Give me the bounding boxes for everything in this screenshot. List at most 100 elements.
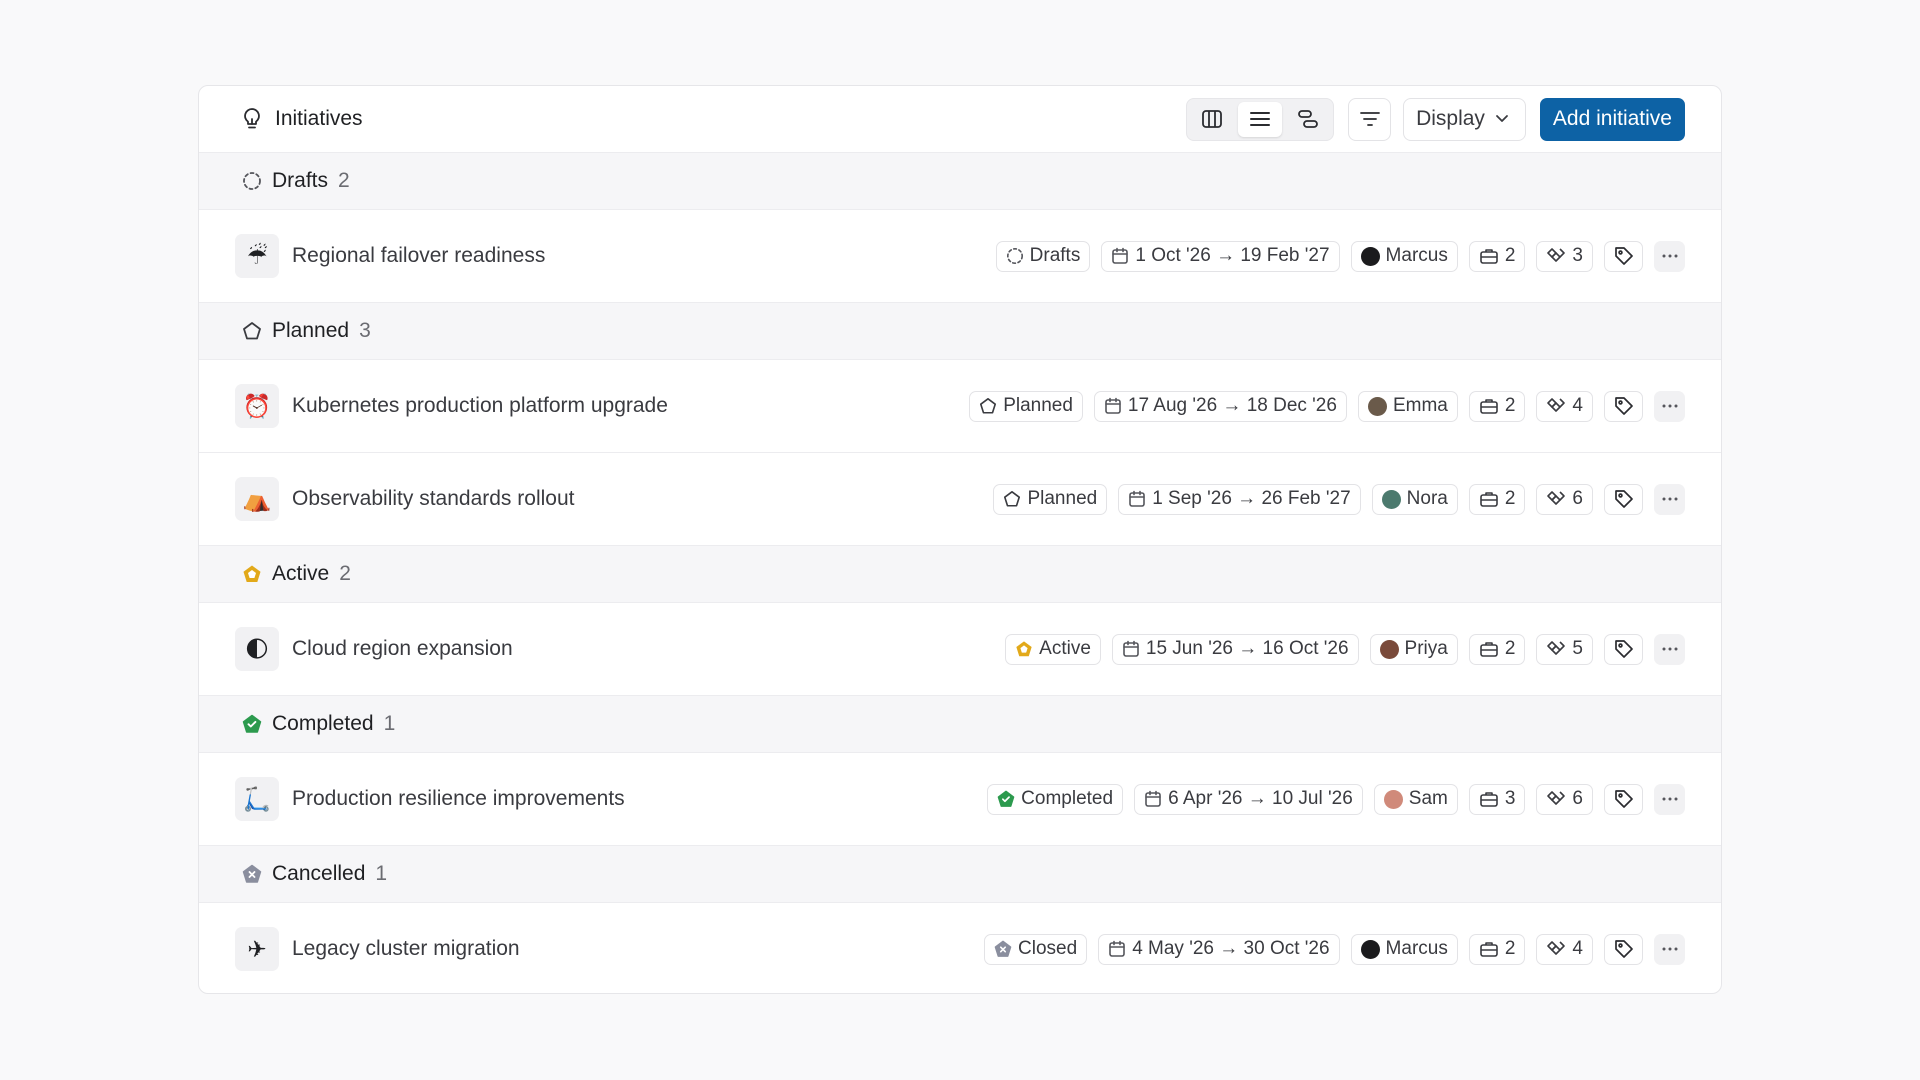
date-range-chip[interactable]: 17 Aug '26 → 18 Dec '26	[1093, 390, 1347, 422]
briefcase-icon	[1479, 940, 1499, 958]
row-properties: Planned 1 Sep '26 → 26 Feb '27 Nora 2 6	[993, 483, 1685, 515]
projects-chip[interactable]: 2	[1468, 483, 1526, 515]
list-view-button[interactable]	[1238, 101, 1283, 137]
status-label: Closed	[1018, 938, 1078, 959]
status-chip[interactable]: Planned	[993, 483, 1108, 515]
status-chip[interactable]: Planned	[969, 390, 1083, 422]
timeline-view-button[interactable]	[1286, 102, 1330, 137]
date-range-chip[interactable]: 1 Sep '26 → 26 Feb '27	[1118, 483, 1361, 515]
labels-button[interactable]	[1604, 483, 1643, 515]
initiative-title[interactable]: Observability standards rollout	[292, 487, 993, 511]
date-range-chip[interactable]: 4 May '26 → 30 Oct '26	[1098, 933, 1340, 965]
group-header-completed[interactable]: Completed 1	[199, 696, 1721, 753]
initiatives-panel: Initiatives Display Add initiative Draft…	[198, 85, 1722, 994]
initiative-row[interactable]: ✈ Legacy cluster migration Closed 4 May …	[199, 903, 1721, 993]
row-properties: Closed 4 May '26 → 30 Oct '26 Marcus 2 4	[984, 933, 1685, 965]
issues-count: 6	[1572, 788, 1583, 809]
issues-chip[interactable]: 4	[1536, 933, 1593, 965]
avatar	[1383, 789, 1403, 809]
initiative-row[interactable]: 🛴 Production resilience improvements Com…	[199, 753, 1721, 846]
labels-button[interactable]	[1604, 390, 1643, 422]
group-count: 3	[359, 319, 371, 342]
page-title: Initiatives	[275, 107, 363, 130]
cancelled-x-icon	[242, 864, 262, 884]
lightbulb-icon	[241, 107, 263, 131]
group-header-cancelled[interactable]: Cancelled 1	[199, 846, 1721, 903]
projects-chip[interactable]: 3	[1468, 783, 1526, 815]
more-options-button[interactable]	[1654, 390, 1685, 422]
view-switcher	[1186, 97, 1335, 141]
projects-chip[interactable]: 2	[1468, 390, 1526, 422]
briefcase-icon	[1479, 790, 1499, 808]
labels-button[interactable]	[1604, 933, 1643, 965]
more-options-button[interactable]	[1654, 783, 1685, 815]
initiative-title[interactable]: Cloud region expansion	[292, 637, 1005, 661]
status-chip[interactable]: Completed	[987, 783, 1124, 815]
initiative-title[interactable]: Legacy cluster migration	[292, 937, 984, 961]
labels-button[interactable]	[1604, 783, 1643, 815]
status-chip[interactable]: Active	[1005, 633, 1101, 665]
active-pentagon-icon	[1015, 640, 1033, 658]
date-range-chip[interactable]: 1 Oct '26 → 19 Feb '27	[1101, 240, 1340, 272]
initiative-row[interactable]: ☔ Regional failover readiness Drafts 1 O…	[199, 210, 1721, 303]
labels-button[interactable]	[1604, 240, 1643, 272]
status-label: Planned	[1003, 395, 1073, 416]
status-label: Active	[1039, 638, 1091, 659]
date-range-label: 15 Jun '26 → 16 Oct '26	[1145, 638, 1349, 659]
timeline-icon	[1297, 109, 1319, 129]
calendar-icon	[1104, 397, 1122, 415]
more-dots-icon	[1662, 647, 1678, 651]
calendar-icon	[1122, 640, 1140, 658]
group-count: 1	[383, 712, 396, 735]
owner-name: Nora	[1406, 488, 1448, 509]
tag-icon	[1613, 395, 1635, 417]
owner-chip[interactable]: Nora	[1371, 483, 1458, 515]
date-range-label: 4 May '26 → 30 Oct '26	[1132, 938, 1330, 959]
more-options-button[interactable]	[1654, 933, 1685, 965]
issues-chip[interactable]: 3	[1536, 240, 1593, 272]
drafts-dashed-circle-icon	[1006, 247, 1024, 265]
initiative-title[interactable]: Kubernetes production platform upgrade	[292, 394, 969, 418]
initiative-groups: Drafts 2 ☔ Regional failover readiness D…	[199, 153, 1721, 993]
tag-icon	[1613, 938, 1635, 960]
date-range-chip[interactable]: 15 Jun '26 → 16 Oct '26	[1111, 633, 1359, 665]
initiative-row[interactable]: ⏰ Kubernetes production platform upgrade…	[199, 360, 1721, 453]
projects-chip[interactable]: 2	[1468, 633, 1526, 665]
group-header-active[interactable]: Active 2	[199, 546, 1721, 603]
status-chip[interactable]: Drafts	[995, 240, 1091, 272]
issues-chip[interactable]: 4	[1536, 390, 1593, 422]
more-options-button[interactable]	[1654, 240, 1685, 272]
initiative-title[interactable]: Production resilience improvements	[292, 787, 987, 811]
group-header-drafts[interactable]: Drafts 2	[199, 153, 1721, 210]
completed-check-icon	[997, 790, 1015, 808]
filter-button[interactable]	[1348, 97, 1392, 141]
board-view-button[interactable]	[1190, 102, 1234, 137]
status-chip[interactable]: Closed	[984, 933, 1088, 965]
projects-chip[interactable]: 2	[1468, 240, 1526, 272]
group-header-planned[interactable]: Planned 3	[199, 303, 1721, 360]
date-range-chip[interactable]: 6 Apr '26 → 10 Jul '26	[1134, 783, 1363, 815]
projects-chip[interactable]: 2	[1468, 933, 1526, 965]
cancelled-x-icon	[994, 940, 1012, 958]
more-options-button[interactable]	[1654, 483, 1685, 515]
owner-chip[interactable]: Marcus	[1350, 240, 1458, 272]
owner-chip[interactable]: Marcus	[1350, 933, 1458, 965]
owner-chip[interactable]: Priya	[1369, 633, 1458, 665]
issues-chip[interactable]: 5	[1536, 633, 1593, 665]
header-bar: Initiatives Display Add initiative	[199, 86, 1721, 153]
initiative-emoji-icon: ✈	[235, 927, 279, 971]
add-initiative-button[interactable]: Add initiative	[1539, 97, 1685, 141]
owner-name: Priya	[1404, 638, 1448, 659]
owner-chip[interactable]: Emma	[1357, 390, 1458, 422]
issues-chip[interactable]: 6	[1536, 783, 1593, 815]
labels-button[interactable]	[1604, 633, 1643, 665]
more-options-button[interactable]	[1654, 633, 1685, 665]
calendar-icon	[1128, 490, 1146, 508]
calendar-icon	[1111, 247, 1129, 265]
issues-chip[interactable]: 6	[1536, 483, 1593, 515]
initiative-row[interactable]: ⛺ Observability standards rollout Planne…	[199, 453, 1721, 546]
owner-chip[interactable]: Sam	[1373, 783, 1458, 815]
initiative-row[interactable]: 🌓 Cloud region expansion Active 15 Jun '…	[199, 603, 1721, 696]
initiative-title[interactable]: Regional failover readiness	[292, 244, 996, 268]
display-button[interactable]: Display	[1403, 97, 1526, 141]
